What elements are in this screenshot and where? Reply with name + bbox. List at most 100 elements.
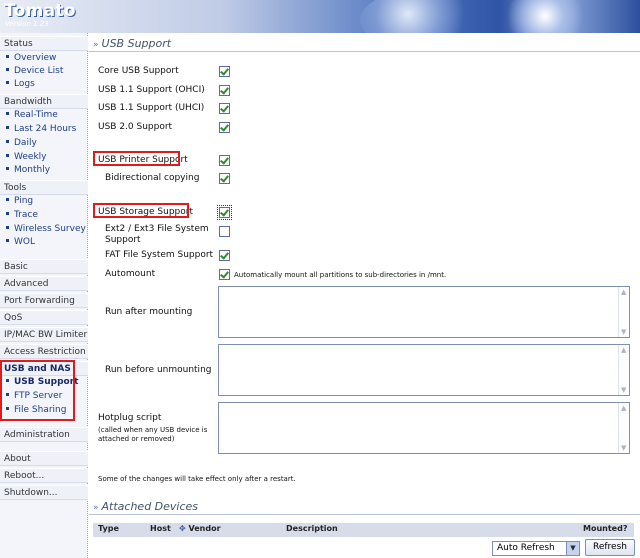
column-host[interactable]: Host	[150, 524, 171, 533]
sidebar-section-basic[interactable]: Basic	[0, 259, 88, 274]
sidebar-item-daily[interactable]: Daily	[6, 137, 37, 150]
sidebar-item-label: Overview	[14, 53, 57, 63]
section-header-attached-devices: » Attached Devices	[93, 500, 198, 513]
sidebar-section-about[interactable]: About	[0, 451, 88, 466]
double-chevron-icon: »	[93, 40, 99, 50]
sidebar-section-bw-limiter[interactable]: IP/MAC BW Limiter	[0, 327, 88, 342]
highlight-box	[93, 203, 189, 218]
sidebar-item-label: WOL	[14, 237, 35, 247]
sidebar-item-wireless-survey[interactable]: Wireless Survey	[6, 223, 86, 236]
refresh-interval-value: Auto Refresh	[497, 543, 555, 553]
hotplug-sublabel-line2: attached or removed)	[98, 435, 175, 443]
sidebar-item-overview[interactable]: Overview	[6, 52, 56, 65]
scroll-down-icon[interactable]: ▼	[621, 386, 626, 394]
refresh-interval-select[interactable]: Auto Refresh ▼	[492, 541, 580, 556]
bullet-icon	[6, 55, 9, 58]
sidebar-section-tools[interactable]: Tools	[0, 180, 88, 195]
sidebar-section-bandwidth[interactable]: Bandwidth	[0, 94, 88, 109]
bullet-icon	[6, 140, 9, 143]
scroll-down-icon[interactable]: ▼	[621, 328, 626, 336]
hotplug-label: Hotplug script	[98, 413, 162, 423]
sidebar-item-device-list[interactable]: Device List	[6, 65, 63, 78]
bullet-icon	[6, 226, 9, 229]
highlight-box	[0, 360, 75, 421]
core-usb-checkbox[interactable]	[219, 66, 230, 77]
automount-checkbox[interactable]	[219, 269, 230, 280]
highlight-box	[93, 151, 180, 166]
refresh-button[interactable]: Refresh	[585, 539, 635, 556]
run-before-unmount-textarea[interactable]: ▲ ▼	[218, 344, 630, 396]
sidebar-item-label: Last 24 Hours	[14, 124, 77, 134]
scroll-up-icon[interactable]: ▲	[621, 346, 626, 354]
ext-fs-label-line2: Support	[105, 235, 141, 245]
bullet-icon	[6, 81, 9, 84]
bidirectional-checkbox[interactable]	[219, 173, 230, 184]
scrollbar[interactable]: ▲ ▼	[618, 287, 629, 337]
scroll-up-icon[interactable]: ▲	[621, 288, 626, 296]
run-after-mount-textarea[interactable]: ▲ ▼	[218, 286, 630, 338]
uhci-checkbox[interactable]	[219, 103, 230, 114]
sidebar-section-access-restriction[interactable]: Access Restriction	[0, 344, 88, 359]
automount-label: Automount	[105, 269, 156, 279]
sidebar-item-logs[interactable]: Logs	[6, 78, 35, 91]
devices-table-header: Type Host ✥ Vendor Description Mounted?	[93, 523, 634, 537]
sidebar-item-label: Trace	[14, 210, 38, 220]
sidebar-section-qos[interactable]: QoS	[0, 310, 88, 325]
sidebar-item-label: Ping	[14, 196, 34, 206]
sidebar-section-reboot[interactable]: Reboot...	[0, 468, 88, 483]
sidebar-item-trace[interactable]: Trace	[6, 209, 38, 222]
automount-note: Automatically mount all partitions to su…	[234, 271, 447, 279]
sidebar-item-monthly[interactable]: Monthly	[6, 164, 50, 177]
sidebar-section-advanced[interactable]: Advanced	[0, 276, 88, 291]
header-art	[360, 0, 480, 33]
chevron-down-icon[interactable]: ▼	[566, 542, 579, 555]
scrollbar[interactable]: ▲ ▼	[618, 403, 629, 453]
scroll-down-icon[interactable]: ▼	[621, 444, 626, 452]
sidebar-section-port-forwarding[interactable]: Port Forwarding	[0, 293, 88, 308]
restart-note: Some of the changes will take effect onl…	[98, 475, 296, 483]
section-header-usb-support: » USB Support	[93, 37, 171, 50]
column-description[interactable]: Description	[286, 524, 338, 533]
sidebar-section-status[interactable]: Status	[0, 36, 88, 51]
sidebar-item-real-time[interactable]: Real-Time	[6, 109, 58, 122]
printer-support-checkbox[interactable]	[219, 155, 230, 166]
ext-fs-checkbox[interactable]	[219, 226, 230, 237]
sidebar-section-administration[interactable]: Administration	[0, 427, 88, 442]
column-mounted[interactable]: Mounted?	[583, 524, 627, 533]
usb2-checkbox[interactable]	[219, 122, 230, 133]
sidebar-item-last-24-hours[interactable]: Last 24 Hours	[6, 123, 76, 136]
bullet-icon	[6, 167, 9, 170]
scroll-up-icon[interactable]: ▲	[621, 404, 626, 412]
hotplug-sublabel-line1: (called when any USB device is	[98, 426, 208, 434]
run-before-unmount-label: Run before unmounting	[105, 365, 212, 375]
bullet-icon	[6, 112, 9, 115]
ohci-label: USB 1.1 Support (OHCI)	[98, 85, 205, 95]
section-divider	[89, 514, 640, 515]
column-vendor-label: Vendor	[188, 524, 221, 533]
sidebar-item-label: Device List	[14, 66, 64, 76]
sidebar-item-ping[interactable]: Ping	[6, 195, 33, 208]
header-art-highlight	[500, 0, 590, 33]
sidebar-item-label: Logs	[14, 79, 35, 89]
sidebar-item-weekly[interactable]: Weekly	[6, 151, 46, 164]
hotplug-script-textarea[interactable]: ▲ ▼	[218, 402, 630, 454]
bullet-icon	[6, 68, 9, 71]
sidebar-item-wol[interactable]: WOL	[6, 236, 35, 249]
fat-fs-checkbox[interactable]	[219, 250, 230, 261]
fat-fs-label: FAT File System Support	[105, 250, 214, 260]
section-title: Attached Devices	[101, 500, 199, 513]
column-type[interactable]: Type	[98, 524, 119, 533]
sidebar-item-label: Monthly	[14, 165, 51, 175]
app-header: Tomato Version 1.23	[0, 0, 640, 33]
bullet-icon	[6, 239, 9, 242]
ohci-checkbox[interactable]	[219, 85, 230, 96]
usb2-label: USB 2.0 Support	[98, 122, 173, 132]
scrollbar[interactable]: ▲ ▼	[618, 345, 629, 395]
bullet-icon	[6, 198, 9, 201]
sidebar-section-shutdown[interactable]: Shutdown...	[0, 485, 88, 500]
bullet-icon	[6, 212, 9, 215]
app-version: Version 1.23	[5, 20, 49, 28]
storage-support-checkbox[interactable]	[217, 205, 232, 220]
column-vendor[interactable]: ✥ Vendor	[179, 524, 221, 533]
bullet-icon	[6, 126, 9, 129]
